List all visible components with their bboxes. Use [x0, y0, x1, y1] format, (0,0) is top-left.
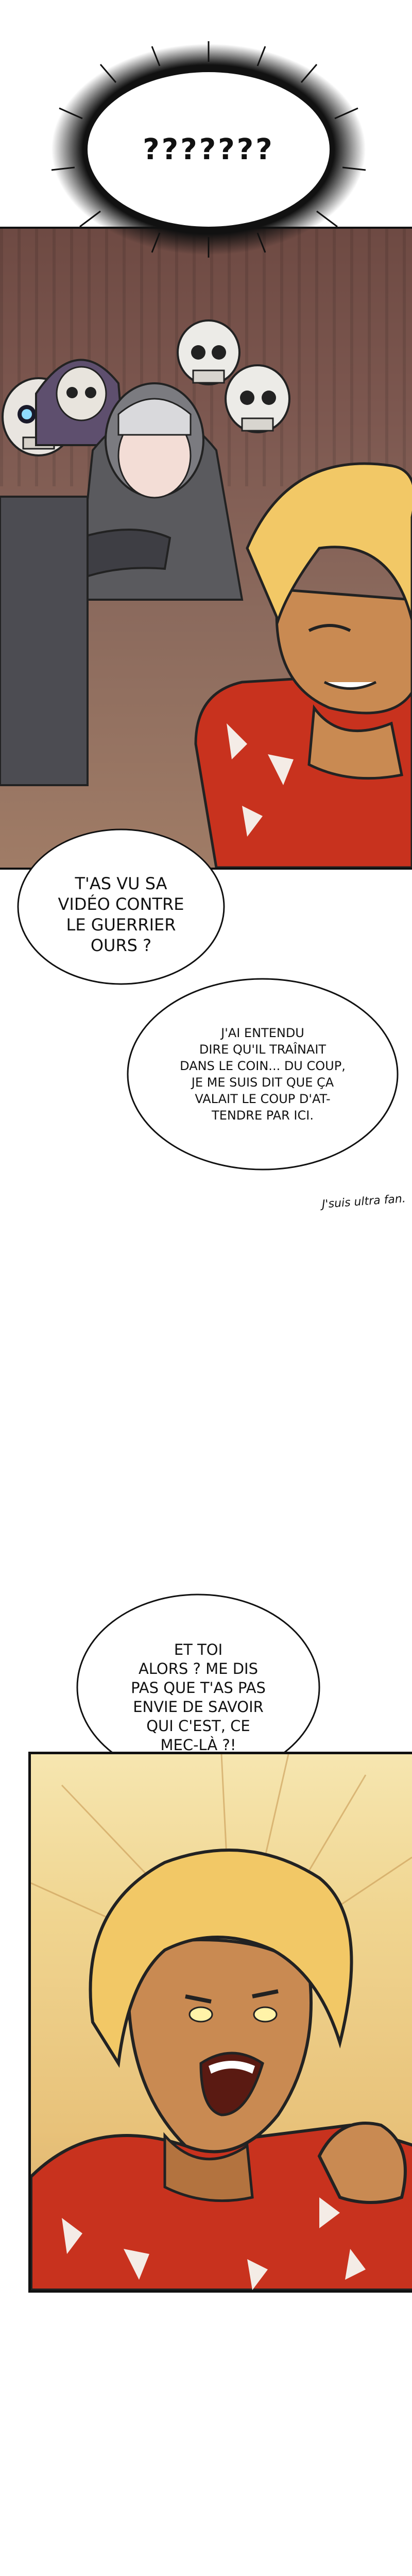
speech-text-heard: J'AI ENTENDU DIRE QU'IL TRAÎNAIT DANS LE… [180, 1026, 346, 1123]
thought-bubble-text: ??????? [143, 132, 274, 166]
speech-bubble-video: T'AS VU SA VIDÉO CONTRE LE GUERRIER OURS… [13, 824, 229, 994]
panel-crowd-scene [0, 227, 412, 870]
speech-bubble-heard: J'AI ENTENDU DIRE QU'IL TRAÎNAIT DANS LE… [124, 974, 402, 1175]
speech-text-video: T'AS VU SA VIDÉO CONTRE LE GUERRIER OURS… [58, 874, 184, 955]
panel-shouting-man [28, 1752, 412, 2293]
shouting-man-illustration [31, 1754, 412, 2290]
shouting-man [31, 1849, 412, 2290]
crowd-illustration [0, 319, 412, 868]
spiky-thought-bubble: ??????? [49, 41, 368, 258]
skeleton-center [177, 319, 241, 385]
skeleton-right [225, 364, 290, 433]
side-note: J'suis ultra fan. [321, 1192, 406, 1211]
